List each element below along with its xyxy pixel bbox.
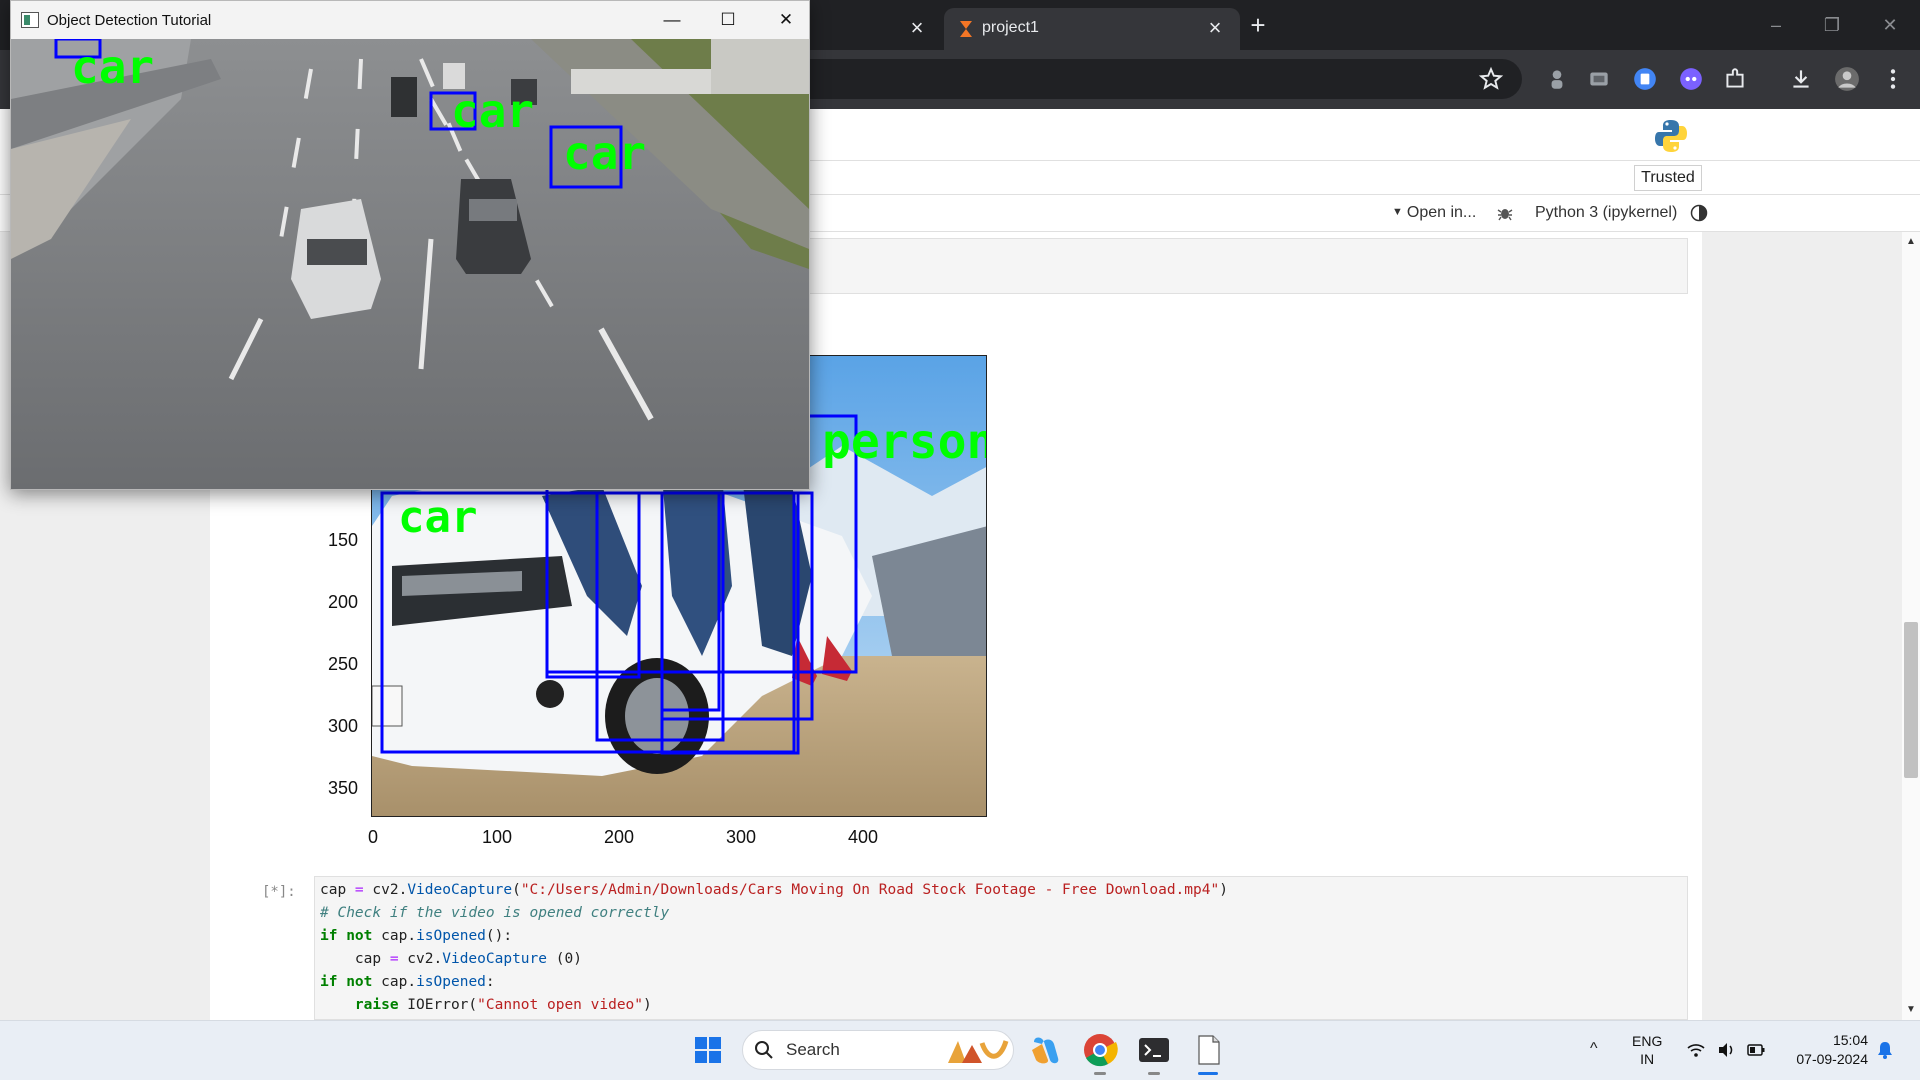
docs-extension-icon[interactable] xyxy=(1632,66,1658,92)
windows-start-icon[interactable] xyxy=(694,1036,722,1064)
opencv-maximize-button[interactable]: ☐ xyxy=(705,5,751,35)
detection-label: car xyxy=(451,84,534,138)
detection-label: car xyxy=(398,492,477,543)
open-in-dropdown[interactable]: ▼ Open in... xyxy=(1392,204,1476,222)
discord-extension-icon[interactable] xyxy=(1678,66,1704,92)
opencv-app-icon xyxy=(21,12,39,28)
kernel-name[interactable]: Python 3 (ipykernel) xyxy=(1535,204,1677,222)
code-line: if not cap.isOpened(): xyxy=(320,928,513,944)
wifi-icon[interactable] xyxy=(1686,1040,1706,1060)
battery-icon[interactable] xyxy=(1746,1040,1766,1060)
taskbar-clock[interactable]: 15:04 07-09-2024 xyxy=(1770,1031,1868,1069)
cell-execution-prompt: [*]: xyxy=(262,884,296,900)
copilot-icon[interactable] xyxy=(1028,1032,1064,1068)
opencv-close-button[interactable]: ✕ xyxy=(763,5,809,35)
traffic-video-frame: car car car xyxy=(11,39,809,489)
detection-label: car xyxy=(71,40,154,94)
opencv-minimize-button[interactable]: — xyxy=(649,5,695,35)
detection-label: person xyxy=(822,414,987,470)
scrollbar-thumb[interactable] xyxy=(1904,622,1918,778)
tab-close-button[interactable]: × xyxy=(906,17,928,40)
x-tick-label: 200 xyxy=(603,827,635,847)
tray-overflow-chevron-icon[interactable]: ^ xyxy=(1590,1040,1598,1058)
chrome-icon[interactable] xyxy=(1082,1032,1118,1068)
open-in-label: Open in... xyxy=(1406,204,1477,221)
code-line: cap = cv2.VideoCapture("C:/Users/Admin/D… xyxy=(320,882,1228,898)
terminal-running-indicator xyxy=(1148,1072,1160,1075)
tab-title: project1 xyxy=(982,19,1039,36)
code-line: # Check if the video is opened correctly xyxy=(320,905,670,921)
notepad-icon[interactable] xyxy=(1190,1032,1226,1068)
caret-down-icon: ▼ xyxy=(1392,206,1403,218)
detection-label: car xyxy=(563,126,646,180)
language-indicator[interactable]: ENG IN xyxy=(1632,1032,1662,1068)
kebab-menu-icon[interactable] xyxy=(1880,66,1906,92)
avatar[interactable] xyxy=(1834,66,1860,92)
language-code: ENG xyxy=(1632,1033,1663,1049)
y-tick-label: 300 xyxy=(327,716,358,736)
download-icon[interactable] xyxy=(1788,66,1814,92)
clock-time: 15:04 xyxy=(1832,1032,1868,1048)
x-tick-label: 400 xyxy=(847,827,879,847)
search-label: Search xyxy=(786,1040,840,1059)
new-tab-button[interactable]: + xyxy=(1244,12,1272,40)
jupyter-hourglass-icon xyxy=(960,21,972,37)
jupyter-header xyxy=(800,109,1920,161)
cast-icon[interactable] xyxy=(1586,66,1612,92)
chrome-running-indicator xyxy=(1094,1072,1106,1075)
kernel-status-icon xyxy=(1690,204,1708,222)
opencv-window-title: Object Detection Tutorial xyxy=(47,12,212,29)
browser-close-button[interactable]: ✕ xyxy=(1870,10,1910,40)
address-bar[interactable] xyxy=(800,59,1522,99)
scroll-down-arrow-icon[interactable]: ▼ xyxy=(1906,1004,1916,1015)
browser-tab-project1[interactable]: project1 × xyxy=(944,8,1240,50)
opencv-window[interactable]: Object Detection Tutorial — ☐ ✕ car car … xyxy=(10,0,810,490)
y-tick-label: 250 xyxy=(327,654,358,674)
debugger-bug-icon[interactable] xyxy=(1496,204,1514,222)
scroll-up-arrow-icon[interactable]: ▲ xyxy=(1906,236,1916,247)
tab-close-button[interactable]: × xyxy=(1204,17,1226,40)
code-line: if not cap.isOpened: xyxy=(320,974,495,990)
x-tick-label: 100 xyxy=(481,827,513,847)
video-frame: car car car xyxy=(11,39,809,489)
search-icon xyxy=(755,1041,773,1059)
notification-bell-icon[interactable] xyxy=(1875,1040,1895,1060)
notepad-active-indicator xyxy=(1198,1072,1218,1075)
bookmark-star-icon[interactable] xyxy=(1478,66,1504,92)
search-highlight-icon xyxy=(948,1040,1009,1063)
trusted-indicator[interactable]: Trusted xyxy=(1634,165,1702,191)
code-line: cap = cv2.VideoCapture (0) xyxy=(320,951,582,967)
browser-tab-inactive[interactable]: × xyxy=(812,8,942,50)
terminal-icon[interactable] xyxy=(1136,1032,1172,1068)
profile-icon[interactable] xyxy=(1544,66,1570,92)
volume-icon[interactable] xyxy=(1716,1040,1736,1060)
y-tick-label: 200 xyxy=(327,592,358,612)
browser-minimize-button[interactable]: – xyxy=(1756,10,1796,40)
x-tick-label: 300 xyxy=(725,827,757,847)
clock-date: 07-09-2024 xyxy=(1796,1051,1868,1067)
browser-restore-button[interactable]: ❐ xyxy=(1812,10,1852,40)
code-line: raise IOError("Cannot open video") xyxy=(354,997,652,1013)
region-code: IN xyxy=(1640,1051,1655,1067)
y-tick-label: 350 xyxy=(327,778,358,798)
x-tick-label: 0 xyxy=(367,827,378,847)
y-tick-label: 150 xyxy=(327,530,358,550)
puzzle-icon[interactable] xyxy=(1722,66,1748,92)
opencv-titlebar[interactable]: Object Detection Tutorial — ☐ ✕ xyxy=(11,1,809,39)
python-logo-icon xyxy=(1655,120,1687,152)
